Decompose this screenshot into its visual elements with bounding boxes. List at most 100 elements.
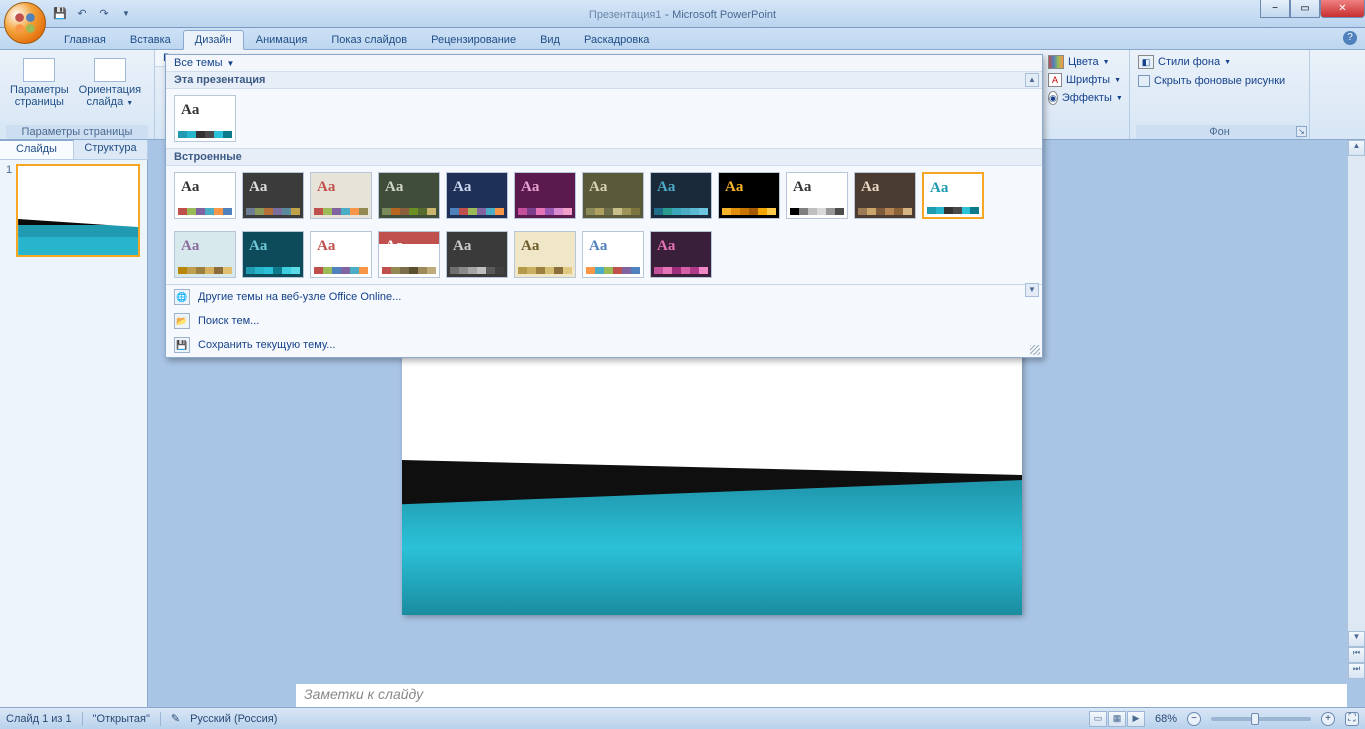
notes-pane[interactable]: Заметки к слайду: [296, 679, 1347, 707]
tab-animation[interactable]: Анимация: [244, 30, 320, 49]
theme-thumbnail[interactable]: Aa: [650, 231, 712, 278]
theme-color-bar: [246, 267, 300, 274]
next-slide-icon[interactable]: ⏭: [1348, 663, 1365, 679]
theme-preview-text: Aa: [385, 179, 403, 196]
gallery-bottom-menu: 🌐Другие темы на веб-узле Office Online..…: [166, 284, 1042, 357]
office-button[interactable]: [4, 2, 46, 44]
redo-icon[interactable]: ↷: [96, 6, 112, 22]
colors-button[interactable]: Цвета ▼: [1046, 54, 1123, 70]
status-language[interactable]: Русский (Россия): [190, 713, 277, 725]
zoom-percent[interactable]: 68%: [1155, 713, 1177, 725]
status-theme: "Открытая": [93, 713, 150, 725]
theme-thumbnail[interactable]: Aa: [310, 231, 372, 278]
minimize-button[interactable]: −: [1260, 0, 1290, 18]
side-tab-slides[interactable]: Слайды: [0, 140, 74, 159]
theme-thumbnail[interactable]: Aa: [378, 172, 440, 219]
theme-thumbnail[interactable]: Aa: [786, 172, 848, 219]
theme-thumbnail[interactable]: Aa: [174, 231, 236, 278]
quick-access-toolbar: 💾 ↶ ↷ ▼: [52, 6, 134, 22]
bg-styles-icon: ◧: [1138, 55, 1154, 69]
normal-view-button[interactable]: ▭: [1089, 711, 1107, 727]
zoom-out-button[interactable]: −: [1187, 712, 1201, 726]
tab-insert[interactable]: Вставка: [118, 30, 183, 49]
zoom-slider-handle[interactable]: [1251, 713, 1259, 725]
zoom-slider[interactable]: [1211, 717, 1311, 721]
tab-design[interactable]: Дизайн: [183, 30, 244, 50]
theme-color-bar: [586, 208, 640, 215]
theme-preview-text: Aa: [317, 179, 335, 196]
side-tab-outline[interactable]: Структура: [74, 140, 148, 159]
hide-bg-checkbox[interactable]: Скрыть фоновые рисунки: [1136, 74, 1303, 88]
tab-storyboard[interactable]: Раскадровка: [572, 30, 661, 49]
theme-preview-text: Aa: [589, 179, 607, 196]
spellcheck-icon[interactable]: ✎: [171, 712, 180, 725]
theme-preview-text: Aa: [453, 238, 471, 255]
save-current-theme[interactable]: 💾Сохранить текущую тему...: [166, 333, 1042, 357]
gallery-header[interactable]: Все темы▼: [166, 55, 1042, 71]
theme-preview-text: Aa: [589, 238, 607, 255]
theme-preview-text: Aa: [181, 238, 199, 255]
theme-thumbnail[interactable]: Aa: [174, 95, 236, 142]
orientation-button[interactable]: Ориентация слайда ▼: [75, 55, 145, 113]
window-title: Презентация1 - Microsoft PowerPoint: [589, 7, 776, 21]
browse-themes[interactable]: 📂Поиск тем...: [166, 309, 1042, 333]
scroll-down-icon[interactable]: ▼: [1348, 631, 1365, 647]
slideshow-view-button[interactable]: ▶: [1127, 711, 1145, 727]
save-theme-icon: 💾: [174, 337, 190, 353]
sorter-view-button[interactable]: ▦: [1108, 711, 1126, 727]
theme-thumbnail[interactable]: Aa: [718, 172, 780, 219]
tab-slideshow[interactable]: Показ слайдов: [319, 30, 419, 49]
theme-thumbnail[interactable]: Aa: [446, 231, 508, 278]
theme-thumbnail[interactable]: Aa: [378, 231, 440, 278]
gallery-scrollbar[interactable]: ▲ ▼: [1024, 73, 1040, 297]
theme-preview-text: Aa: [249, 238, 267, 255]
group-bg-label: Фон: [1136, 125, 1303, 139]
fit-to-window-button[interactable]: ⛶: [1345, 712, 1359, 726]
undo-icon[interactable]: ↶: [74, 6, 90, 22]
maximize-button[interactable]: ▭: [1290, 0, 1320, 18]
more-themes-online[interactable]: 🌐Другие темы на веб-узле Office Online..…: [166, 285, 1042, 309]
prev-slide-icon[interactable]: ⏮: [1348, 647, 1365, 663]
theme-thumbnail[interactable]: Aa: [514, 172, 576, 219]
slide-thumbnail-1[interactable]: 1: [6, 164, 141, 257]
theme-thumbnail[interactable]: Aa: [242, 231, 304, 278]
scroll-down-icon[interactable]: ▼: [1025, 283, 1039, 297]
theme-thumbnail[interactable]: Aa: [242, 172, 304, 219]
theme-thumbnail[interactable]: Aa: [582, 172, 644, 219]
help-icon[interactable]: ?: [1343, 31, 1357, 45]
tab-review[interactable]: Рецензирование: [419, 30, 528, 49]
bg-dialog-launcher[interactable]: ↘: [1296, 126, 1307, 137]
theme-thumbnail[interactable]: Aa: [650, 172, 712, 219]
vertical-scrollbar[interactable]: ▲ ▼ ⏮ ⏭: [1347, 140, 1365, 679]
tab-view[interactable]: Вид: [528, 30, 572, 49]
theme-thumbnail[interactable]: Aa: [310, 172, 372, 219]
background-styles-button[interactable]: ◧Стили фона ▼: [1136, 54, 1303, 70]
fonts-icon: A: [1048, 73, 1062, 87]
page-setup-button[interactable]: Параметры страницы: [6, 55, 73, 113]
scroll-up-icon[interactable]: ▲: [1348, 140, 1365, 156]
theme-thumbnail[interactable]: Aa: [854, 172, 916, 219]
fonts-button[interactable]: AШрифты ▼: [1046, 72, 1123, 88]
theme-thumbnail[interactable]: Aa: [922, 172, 984, 219]
theme-preview-text: Aa: [181, 102, 199, 119]
group-page-setup: Параметры страницы Ориентация слайда ▼ П…: [0, 50, 155, 139]
theme-preview-text: Aa: [521, 238, 539, 255]
scroll-up-icon[interactable]: ▲: [1025, 73, 1039, 87]
zoom-in-button[interactable]: +: [1321, 712, 1335, 726]
qat-dropdown-icon[interactable]: ▼: [118, 6, 134, 22]
theme-thumbnail[interactable]: Aa: [514, 231, 576, 278]
tab-home[interactable]: Главная: [52, 30, 118, 49]
theme-thumbnail[interactable]: Aa: [446, 172, 508, 219]
theme-thumbnail[interactable]: Aa: [582, 231, 644, 278]
close-button[interactable]: ✕: [1320, 0, 1365, 18]
resize-grip[interactable]: [1030, 345, 1040, 355]
theme-preview-text: Aa: [657, 238, 675, 255]
theme-color-bar: [858, 208, 912, 215]
effects-button[interactable]: ◉Эффекты ▼: [1046, 90, 1123, 106]
group-page-setup-label: Параметры страницы: [6, 125, 148, 139]
group-background: ◧Стили фона ▼ Скрыть фоновые рисунки Фон…: [1130, 50, 1310, 139]
theme-thumbnail[interactable]: Aa: [174, 172, 236, 219]
theme-color-bar: [314, 208, 368, 215]
theme-preview-text: Aa: [317, 238, 335, 255]
save-icon[interactable]: 💾: [52, 6, 68, 22]
